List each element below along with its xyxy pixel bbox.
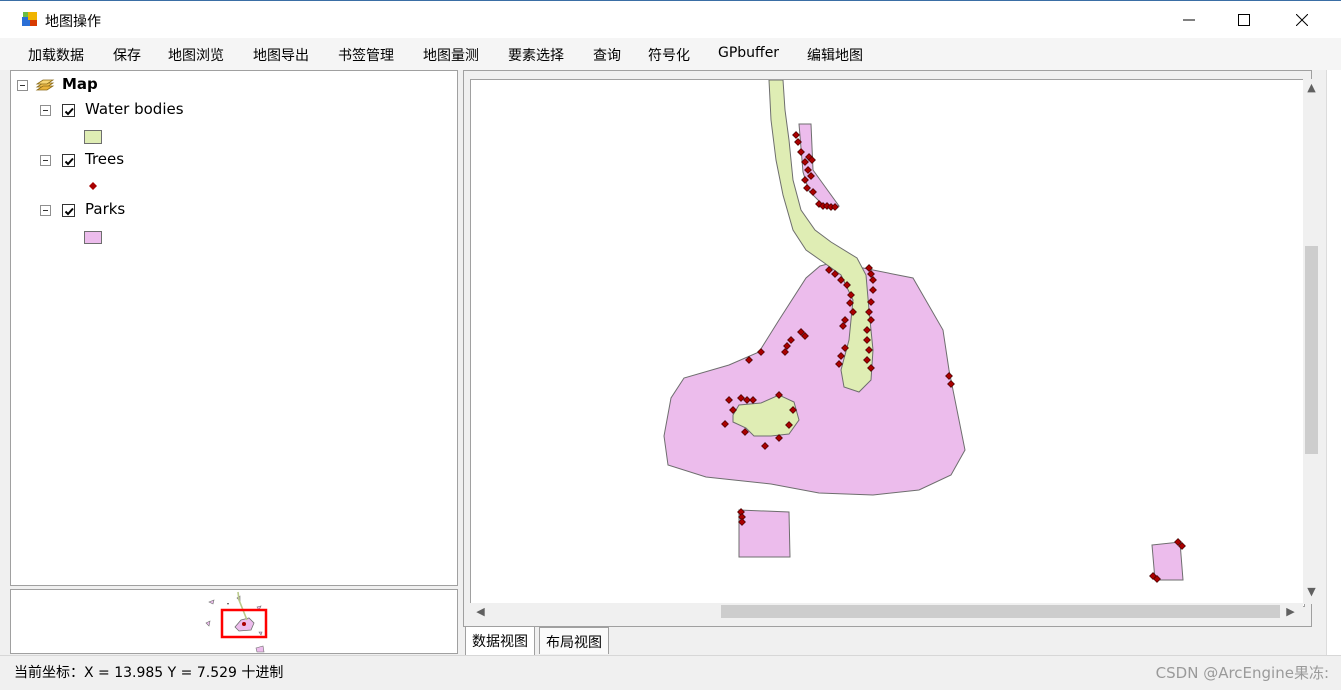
tab-data-view[interactable]: 数据视图 (465, 626, 535, 655)
map-root-label[interactable]: Map (62, 75, 98, 93)
map-svg (663, 80, 1186, 583)
trees-symbol (89, 182, 97, 190)
map-canvas[interactable] (470, 79, 1305, 607)
close-icon (1296, 14, 1308, 26)
checkmark-icon (64, 207, 74, 216)
scroll-left-icon[interactable]: ◀ (472, 603, 489, 620)
map-vertical-scrollbar[interactable]: ▲ ▼ (1303, 79, 1320, 604)
water-bodies-label[interactable]: Water bodies (85, 100, 184, 118)
water-bodies-checkbox[interactable] (62, 104, 75, 117)
menu-symbolize[interactable]: 符号化 (648, 45, 690, 65)
layers-icon (35, 79, 55, 91)
menu-edit-map[interactable]: 编辑地图 (807, 45, 863, 65)
left-edge (0, 70, 10, 654)
map-frame (463, 70, 1312, 627)
scroll-down-icon[interactable]: ▼ (1303, 583, 1320, 600)
minimize-button[interactable] (1160, 1, 1218, 39)
menu-map-export[interactable]: 地图导出 (253, 45, 309, 65)
window-title: 地图操作 (45, 14, 101, 30)
overview-features (205, 591, 265, 653)
park-polygon (738, 509, 791, 558)
status-bar: 当前坐标：X = 13.985 Y = 7.529 十进制 CSDN @ArcE… (0, 655, 1341, 690)
close-button[interactable] (1273, 1, 1331, 39)
right-edge (1326, 70, 1341, 655)
app-icon (22, 12, 37, 26)
menu-load-data[interactable]: 加载数据 (28, 45, 84, 65)
parks-symbol (84, 231, 102, 244)
minimize-icon (1183, 19, 1195, 21)
menu-select-features[interactable]: 要素选择 (508, 45, 564, 65)
tab-layout-view[interactable]: 布局视图 (539, 627, 609, 654)
scroll-up-icon[interactable]: ▲ (1303, 79, 1320, 96)
park-polygon (1151, 541, 1184, 581)
trees-checkbox[interactable] (62, 154, 75, 167)
checkmark-icon (64, 157, 74, 166)
collapse-map-toggle[interactable] (17, 80, 28, 91)
menu-map-browse[interactable]: 地图浏览 (168, 45, 224, 65)
menu-measure[interactable]: 地图量测 (423, 45, 479, 65)
park-polygon (663, 261, 966, 496)
water-bodies-symbol (84, 130, 102, 144)
parks-label[interactable]: Parks (85, 200, 125, 218)
menu-bar: 加载数据 保存 地图浏览 地图导出 书签管理 地图量测 要素选择 查询 符号化 … (0, 38, 1341, 70)
collapse-trees-toggle[interactable] (40, 155, 51, 166)
vertical-scroll-thumb[interactable] (1305, 246, 1318, 454)
watermark-text: CSDN @ArcEngine果冻: (1155, 664, 1329, 682)
overview-map[interactable] (10, 589, 458, 654)
horizontal-scroll-thumb[interactable] (721, 605, 1280, 618)
trees-label[interactable]: Trees (85, 150, 124, 168)
coordinate-readout: 当前坐标：X = 13.985 Y = 7.529 十进制 (14, 665, 284, 681)
menu-gpbuffer[interactable]: GPbuffer (718, 45, 779, 61)
overview-canvas (205, 591, 268, 653)
menu-save[interactable]: 保存 (113, 45, 141, 65)
collapse-parks-toggle[interactable] (40, 205, 51, 216)
parks-checkbox[interactable] (62, 204, 75, 217)
map-horizontal-scrollbar[interactable]: ◀ ▶ (470, 603, 1303, 620)
tree-point (792, 131, 800, 139)
menu-bookmarks[interactable]: 书签管理 (338, 45, 394, 65)
maximize-icon (1238, 14, 1250, 26)
scroll-right-icon[interactable]: ▶ (1282, 603, 1299, 620)
checkmark-icon (64, 107, 74, 116)
maximize-button[interactable] (1215, 1, 1273, 39)
title-bar: 地图操作 (0, 0, 1341, 38)
menu-query[interactable]: 查询 (593, 45, 621, 65)
collapse-water-toggle[interactable] (40, 105, 51, 116)
toc-panel[interactable]: Map Water bodies Trees Parks (10, 70, 458, 586)
